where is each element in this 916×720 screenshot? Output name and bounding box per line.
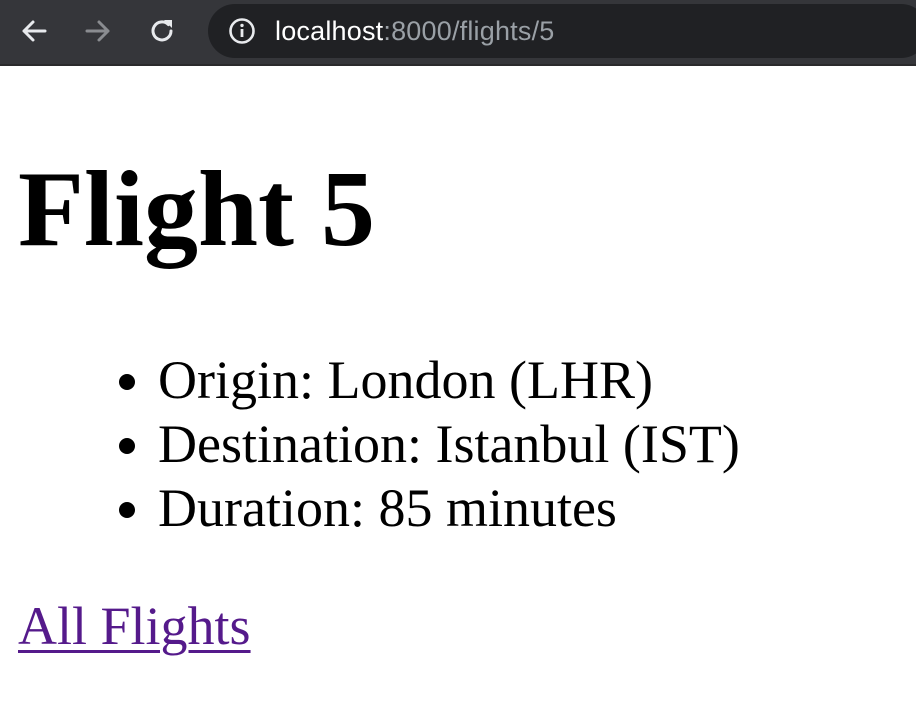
flight-details-list: Origin: London (LHR) Destination: Istanb…	[0, 348, 740, 540]
address-bar[interactable]: localhost:8000/flights/5	[208, 4, 916, 58]
back-button[interactable]	[17, 14, 51, 48]
page-content: Flight 5 Origin: London (LHR) Destinatio…	[0, 68, 916, 720]
browser-toolbar: localhost:8000/flights/5	[0, 0, 916, 66]
detail-destination: Destination: Istanbul (IST)	[158, 412, 740, 476]
url-path: :8000/flights/5	[383, 16, 555, 46]
info-icon[interactable]	[228, 17, 256, 45]
all-flights-link[interactable]: All Flights	[18, 594, 251, 658]
detail-origin: Origin: London (LHR)	[158, 348, 740, 412]
arrow-left-icon	[22, 20, 47, 42]
reload-button[interactable]	[145, 14, 179, 48]
reload-icon	[151, 20, 173, 42]
arrow-right-icon	[85, 20, 110, 42]
url-host: localhost	[275, 16, 384, 46]
detail-duration: Duration: 85 minutes	[158, 476, 740, 540]
page-title: Flight 5	[18, 150, 376, 269]
url-text[interactable]: localhost:8000/flights/5	[275, 4, 555, 58]
forward-button[interactable]	[81, 14, 115, 48]
